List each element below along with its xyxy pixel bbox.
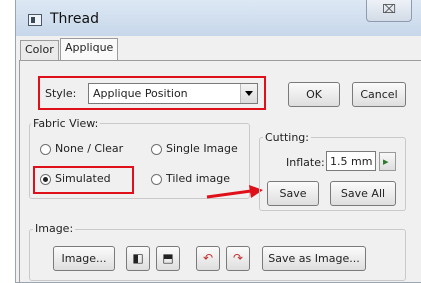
rotate-right-icon: ↷: [232, 251, 244, 265]
style-select-value: Applique Position: [93, 87, 188, 100]
rotate-left-button[interactable]: ↶: [196, 246, 220, 271]
rotate-right-button[interactable]: ↷: [226, 246, 250, 271]
image-label: Image:: [33, 222, 76, 235]
radio-simulated[interactable]: [40, 174, 51, 185]
flip-horizontal-icon: ◧: [132, 251, 144, 265]
fabric-view-label: Fabric View:: [31, 117, 101, 130]
radio-simulated-label: Simulated: [55, 172, 111, 185]
inflate-value: 1.5 mm: [330, 155, 373, 168]
radio-single-image-label: Single Image: [166, 142, 238, 155]
save-as-image-button[interactable]: Save as Image...: [262, 246, 366, 271]
tab-color[interactable]: Color: [20, 40, 59, 60]
flip-vertical-button[interactable]: ⬒: [156, 246, 180, 271]
app-icon: [28, 14, 42, 26]
radio-none-clear-label: None / Clear: [55, 142, 124, 155]
close-button[interactable]: ⌧: [366, 0, 412, 22]
inflate-input[interactable]: 1.5 mm: [326, 151, 376, 171]
save-all-button[interactable]: Save All: [330, 181, 396, 206]
flip-horizontal-button[interactable]: ◧: [126, 246, 150, 271]
arrow-annotation: [206, 185, 263, 199]
radio-single-image[interactable]: [151, 144, 162, 155]
arrow-shaft: [206, 189, 252, 199]
inflate-spin-button[interactable]: ▸: [379, 152, 396, 171]
radio-none-clear[interactable]: [40, 144, 51, 155]
flip-vertical-icon: ⬒: [162, 251, 174, 265]
style-label: Style:: [45, 87, 77, 100]
radio-tiled-image[interactable]: [151, 174, 162, 185]
style-select[interactable]: Applique Position: [88, 83, 258, 104]
rotate-left-icon: ↶: [202, 251, 214, 265]
image-button[interactable]: Image...: [53, 246, 115, 271]
ok-button[interactable]: OK: [288, 82, 340, 107]
save-button[interactable]: Save: [267, 181, 319, 206]
inflate-label: Inflate:: [286, 156, 325, 169]
tab-applique[interactable]: Applique: [60, 38, 119, 60]
spin-arrow-icon: ▸: [383, 155, 389, 168]
chevron-down-icon[interactable]: [240, 84, 257, 103]
cutting-label: Cutting:: [263, 131, 311, 144]
cancel-button[interactable]: Cancel: [352, 82, 406, 107]
window-title: Thread: [50, 11, 99, 27]
